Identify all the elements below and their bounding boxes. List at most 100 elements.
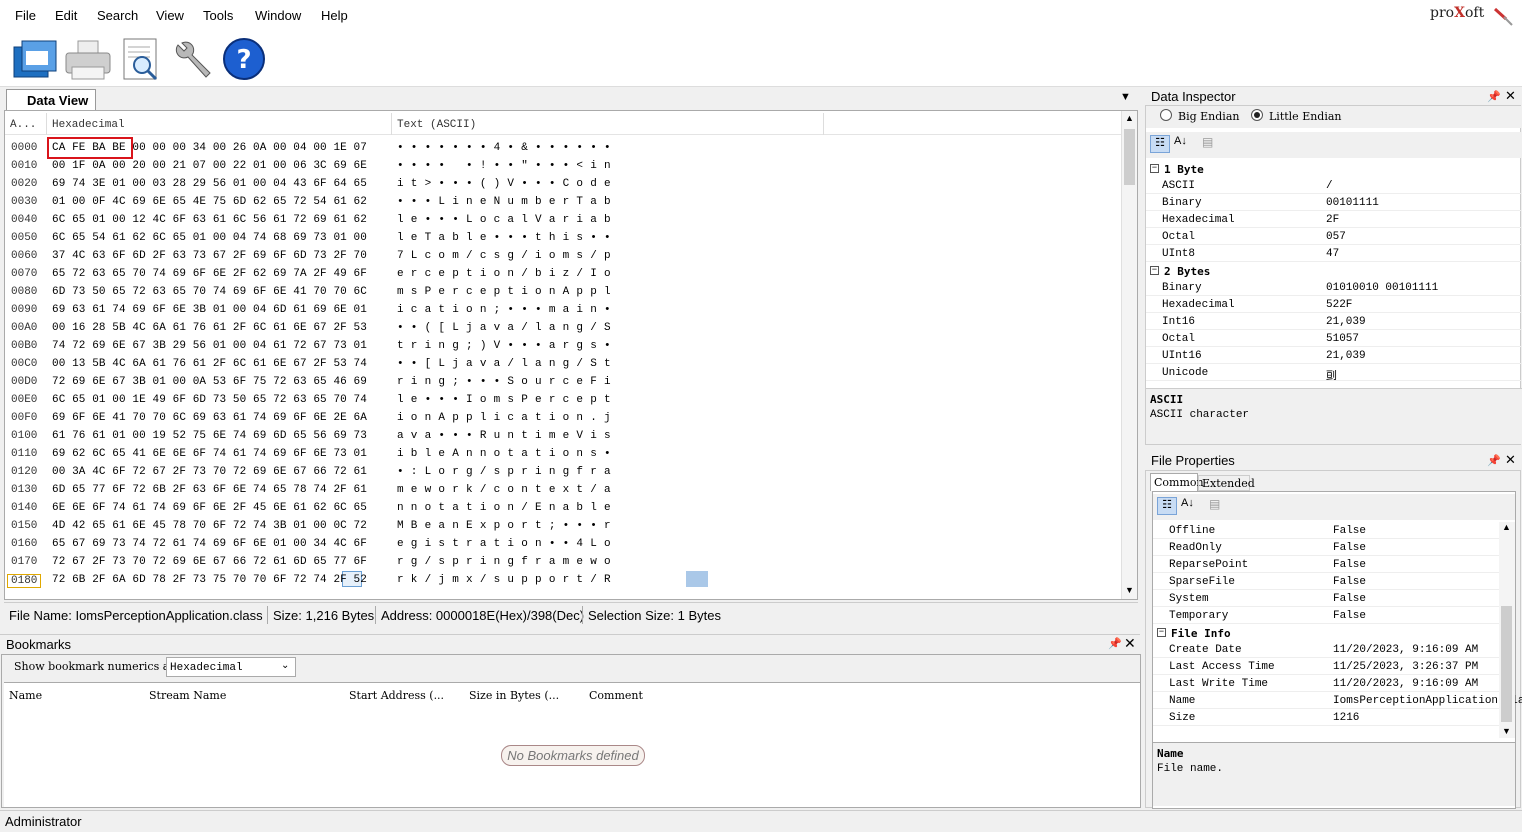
row-text[interactable]: r g / s p r i n g f r a m e w o xyxy=(397,556,611,568)
print-icon[interactable] xyxy=(64,37,111,81)
row-text[interactable]: t r i n g ; ) V • • • a r g s • xyxy=(397,340,611,352)
row-text[interactable]: m e w o r k / c o n t e x t / a xyxy=(397,484,611,496)
row-hex[interactable]: 6C 65 01 00 12 4C 6F 63 61 6C 56 61 72 6… xyxy=(52,214,367,226)
tab-common[interactable]: Common xyxy=(1150,473,1204,491)
row-text[interactable]: a v a • • • R u n t i m e V i s xyxy=(397,430,611,442)
row-text[interactable]: i o n A p p l i c a t i o n . j xyxy=(397,412,611,424)
hex-row[interactable]: 00E0 6C 65 01 00 1E 49 6F 6D 73 50 65 72 … xyxy=(5,390,1123,408)
property-row[interactable]: ASCII / xyxy=(1146,177,1522,194)
help-icon[interactable]: ? xyxy=(222,37,268,81)
categorized-icon[interactable]: ☷ xyxy=(1150,135,1170,153)
row-hex[interactable]: 69 63 61 74 69 6F 6E 3B 01 00 04 6D 61 6… xyxy=(52,304,367,316)
hex-row[interactable]: 0080 6D 73 50 65 72 63 65 70 74 69 6F 6E … xyxy=(5,282,1123,300)
row-hex[interactable]: 01 00 0F 4C 69 6E 65 4E 75 6D 62 65 72 5… xyxy=(52,196,367,208)
hex-row[interactable]: 00D0 72 69 6E 67 3B 01 00 0A 53 6F 75 72 … xyxy=(5,372,1123,390)
row-text[interactable]: i t > • • • ( ) V • • • C o d e xyxy=(397,178,611,190)
col-hex[interactable]: Hexadecimal xyxy=(52,119,125,131)
property-row[interactable]: Hexadecimal 2F xyxy=(1146,211,1522,228)
row-hex[interactable]: 65 72 63 65 70 74 69 6F 6E 2F 62 69 7A 2… xyxy=(52,268,367,280)
row-text[interactable]: • : L o r g / s p r i n g f r a xyxy=(397,466,611,478)
property-pages-icon[interactable]: ▤ xyxy=(1202,135,1213,149)
tools-icon[interactable] xyxy=(170,37,216,81)
row-text[interactable]: • • ( [ L j a v a / l a n g / S xyxy=(397,322,611,334)
sort-alpha-icon[interactable]: A↓ xyxy=(1181,497,1194,509)
col-start-address[interactable]: Start Address (... xyxy=(349,689,444,702)
open-icon[interactable] xyxy=(10,37,57,81)
row-text[interactable]: l e • • • I o m s P e r c e p t xyxy=(397,394,611,406)
row-hex[interactable]: 69 6F 6E 41 70 70 6C 69 63 61 74 69 6F 6… xyxy=(52,412,367,424)
pin-icon[interactable] xyxy=(1492,5,1516,27)
pin-icon[interactable]: 📌 xyxy=(1108,637,1122,650)
property-group[interactable]: −1 Byte xyxy=(1146,160,1522,177)
row-hex[interactable]: 6C 65 01 00 1E 49 6F 6D 73 50 65 72 63 6… xyxy=(52,394,367,406)
collapse-icon[interactable]: − xyxy=(1157,628,1166,637)
property-row[interactable]: Int16 21,039 xyxy=(1146,313,1522,330)
row-hex[interactable]: 69 74 3E 01 00 03 28 29 56 01 00 04 43 6… xyxy=(52,178,367,190)
row-text[interactable]: m s P e r c e p t i o n A p p l xyxy=(397,286,611,298)
row-text[interactable]: l e T a b l e • • • t h i s • • xyxy=(397,232,611,244)
row-hex[interactable]: 72 69 6E 67 3B 01 00 0A 53 6F 75 72 63 6… xyxy=(52,376,367,388)
hex-row[interactable]: 0070 65 72 63 65 70 74 69 6F 6E 2F 62 69 … xyxy=(5,264,1123,282)
property-row[interactable]: Temporary False xyxy=(1153,607,1499,624)
row-text[interactable]: • • • L i n e N u m b e r T a b xyxy=(397,196,611,208)
row-hex[interactable]: 65 67 69 73 74 72 61 74 69 6F 6E 01 00 3… xyxy=(52,538,367,550)
hex-row[interactable]: 0050 6C 65 54 61 62 6C 65 01 00 04 74 68 … xyxy=(5,228,1123,246)
hex-row[interactable]: 0000 CA FE BA BE 00 00 00 34 00 26 0A 00 … xyxy=(5,138,1123,156)
property-row[interactable]: Octal 057 xyxy=(1146,228,1522,245)
property-row[interactable]: Unicode 刯 xyxy=(1146,364,1522,383)
row-hex[interactable]: 74 72 69 6E 67 3B 29 56 01 00 04 61 72 6… xyxy=(52,340,367,352)
menu-search[interactable]: Search xyxy=(97,8,138,23)
close-icon[interactable]: ✕ xyxy=(1124,635,1136,652)
collapse-icon[interactable]: − xyxy=(1150,266,1159,275)
row-text[interactable]: e r c e p t i o n / b i z / I o xyxy=(397,268,611,280)
tab-data-view[interactable]: Data View xyxy=(6,89,96,110)
hex-row[interactable]: 0100 61 76 61 01 00 19 52 75 6E 74 69 6D … xyxy=(5,426,1123,444)
property-row[interactable]: Name IomsPerceptionApplication.cla xyxy=(1153,692,1522,709)
row-text[interactable]: r k / j m x / s u p p o r t / R xyxy=(397,574,611,586)
property-group[interactable]: − File Info xyxy=(1153,624,1499,641)
row-text[interactable]: • • • • • • • 4 • & • • • • • • xyxy=(397,142,611,154)
row-hex[interactable]: 6D 65 77 6F 72 6B 2F 63 6F 6E 74 65 78 7… xyxy=(52,484,367,496)
row-text[interactable]: e g i s t r a t i o n • • 4 L o xyxy=(397,538,611,550)
row-text[interactable]: • • [ L j a v a / l a n g / S t xyxy=(397,358,611,370)
hex-row[interactable]: 0040 6C 65 01 00 12 4C 6F 63 61 6C 56 61 … xyxy=(5,210,1123,228)
property-row[interactable]: Octal 51057 xyxy=(1146,330,1522,347)
row-hex[interactable]: 61 76 61 01 00 19 52 75 6E 74 69 6D 65 5… xyxy=(52,430,367,442)
radio-big-endian[interactable] xyxy=(1160,109,1172,121)
fileprops-scrollbar[interactable]: ▲ ▼ xyxy=(1499,522,1515,738)
menu-edit[interactable]: Edit xyxy=(55,8,77,23)
property-row[interactable]: Size 1216 xyxy=(1153,709,1499,726)
hex-row[interactable]: 00A0 00 16 28 5B 4C 6A 61 76 61 2F 6C 61 … xyxy=(5,318,1123,336)
col-stream-name[interactable]: Stream Name xyxy=(149,689,226,702)
hex-row[interactable]: 0170 72 67 2F 73 70 72 69 6E 67 66 72 61 … xyxy=(5,552,1123,570)
hex-row[interactable]: 0030 01 00 0F 4C 69 6E 65 4E 75 6D 62 65 … xyxy=(5,192,1123,210)
menu-help[interactable]: Help xyxy=(321,8,348,23)
row-hex[interactable]: 4D 42 65 61 6E 45 78 70 6F 72 74 3B 01 0… xyxy=(52,520,367,532)
property-row[interactable]: Create Date 11/20/2023, 9:16:09 AM xyxy=(1153,641,1499,658)
property-row[interactable]: UInt16 21,039 xyxy=(1146,347,1522,364)
hex-row[interactable]: 0140 6E 6E 6F 74 61 74 69 6F 6E 2F 45 6E … xyxy=(5,498,1123,516)
property-group[interactable]: −2 Bytes xyxy=(1146,262,1522,279)
close-icon[interactable]: ✕ xyxy=(1505,88,1516,104)
collapse-icon[interactable]: − xyxy=(1150,164,1159,173)
row-hex[interactable]: 00 16 28 5B 4C 6A 61 76 61 2F 6C 61 6E 6… xyxy=(52,322,367,334)
property-row[interactable]: Last Write Time 11/20/2023, 9:16:09 AM xyxy=(1153,675,1499,692)
row-text[interactable]: l e • • • L o c a l V a r i a b xyxy=(397,214,611,226)
col-address[interactable]: A... xyxy=(10,119,36,131)
row-hex[interactable]: 00 1F 0A 00 20 00 21 07 00 22 01 00 06 3… xyxy=(52,160,367,172)
hex-editor[interactable]: A... Hexadecimal Text (ASCII) 0000 CA FE … xyxy=(4,110,1138,600)
row-text[interactable]: i b l e A n n o t a t i o n s • xyxy=(397,448,611,460)
hex-row[interactable]: 0060 37 4C 63 6F 6D 2F 63 73 67 2F 69 6F … xyxy=(5,246,1123,264)
property-row[interactable]: Hexadecimal 522F xyxy=(1146,296,1522,313)
hex-row[interactable]: 0010 00 1F 0A 00 20 00 21 07 00 22 01 00 … xyxy=(5,156,1123,174)
print-preview-icon[interactable] xyxy=(118,37,164,81)
hex-row[interactable]: 0090 69 63 61 74 69 6F 6E 3B 01 00 04 6D … xyxy=(5,300,1123,318)
property-pages-icon[interactable]: ▤ xyxy=(1209,497,1220,511)
menu-tools[interactable]: Tools xyxy=(203,8,233,23)
hex-row[interactable]: 0160 65 67 69 73 74 72 61 74 69 6F 6E 01 … xyxy=(5,534,1123,552)
row-hex[interactable]: 72 6B 2F 6A 6D 78 2F 73 75 70 70 6F 72 7… xyxy=(52,574,367,586)
property-row[interactable]: Binary 01010010 00101111 xyxy=(1146,279,1522,296)
chevron-down-icon[interactable]: ▼ xyxy=(1120,91,1131,103)
row-hex[interactable]: 69 62 6C 65 41 6E 6E 6F 74 61 74 69 6F 6… xyxy=(52,448,367,460)
radio-little-endian[interactable] xyxy=(1251,109,1263,121)
